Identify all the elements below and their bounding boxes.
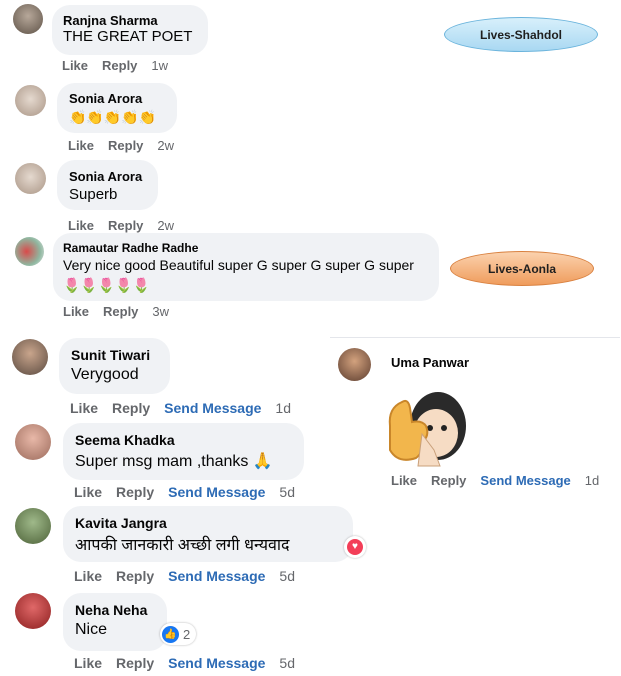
comment-author[interactable]: Uma Panwar <box>391 355 469 370</box>
send-message-button[interactable]: Send Message <box>164 400 261 416</box>
comment-actions: Like Reply Send Message 5d <box>74 568 309 584</box>
avatar[interactable] <box>15 424 51 460</box>
comment-text: Nice <box>75 621 108 638</box>
reply-button[interactable]: Reply <box>103 304 138 319</box>
comment-bubble: Ranjna Sharma THE GREAT POET <box>52 5 208 55</box>
send-message-button[interactable]: Send Message <box>168 655 265 671</box>
avatar[interactable] <box>15 593 51 629</box>
send-message-button[interactable]: Send Message <box>168 568 265 584</box>
reply-button[interactable]: Reply <box>116 655 154 671</box>
avatar[interactable] <box>15 85 46 116</box>
comment-time: 2w <box>157 138 175 153</box>
reply-button[interactable]: Reply <box>116 568 154 584</box>
comment-author[interactable]: Ranjna Sharma <box>63 13 158 28</box>
comment-text: Very nice good Beautiful super G super G… <box>63 257 414 273</box>
comment-time: 5d <box>279 568 295 584</box>
comment-author[interactable]: Neha Neha <box>75 602 147 618</box>
avatar[interactable] <box>15 163 46 194</box>
comment-bubble: Sunit Tiwari Verygood <box>59 338 170 394</box>
location-tag: Lives-Shahdol <box>444 17 598 52</box>
reply-button[interactable]: Reply <box>431 473 466 488</box>
comment-author[interactable]: Sonia Arora <box>69 169 142 184</box>
like-button[interactable]: Like <box>74 484 102 500</box>
comment-time: 1d <box>275 400 291 416</box>
heart-reaction-icon[interactable]: ♥ <box>344 536 366 558</box>
comment-actions: Like Reply 1w <box>62 58 182 73</box>
like-button[interactable]: Like <box>62 58 88 73</box>
reaction-count: 2 <box>183 626 191 642</box>
comment-text: THE GREAT POET <box>63 28 193 45</box>
comment-actions: Like Reply Send Message 1d <box>70 400 305 416</box>
like-button[interactable]: Like <box>391 473 417 488</box>
comment-time: 5d <box>279 484 295 500</box>
send-message-button[interactable]: Send Message <box>168 484 265 500</box>
like-button[interactable]: Like <box>68 218 94 233</box>
comment-author[interactable]: Ramautar Radhe Radhe <box>63 241 198 255</box>
reply-button[interactable]: Reply <box>108 218 143 233</box>
comment-text: Verygood <box>71 366 139 383</box>
like-button[interactable]: Like <box>74 568 102 584</box>
like-button[interactable]: Like <box>63 304 89 319</box>
reply-button[interactable]: Reply <box>112 400 150 416</box>
comment-time: 1w <box>151 58 169 73</box>
comment-text: 👏👏👏👏👏 <box>69 109 157 125</box>
avatar[interactable] <box>13 4 43 34</box>
comment-actions: Like Reply Send Message 5d <box>74 655 309 671</box>
avatar[interactable] <box>15 508 51 544</box>
comment-time: 5d <box>279 655 295 671</box>
like-button[interactable]: Like <box>70 400 98 416</box>
comment-author[interactable]: Kavita Jangra <box>75 515 167 531</box>
comment-actions: Like Reply Send Message 5d <box>74 484 309 500</box>
comment-author[interactable]: Sunit Tiwari <box>71 347 150 363</box>
comment-text-emoji: 🌷🌷🌷🌷🌷 <box>63 277 151 293</box>
reaction-summary[interactable]: 👍 2 <box>160 623 197 645</box>
comment-bubble: Sonia Arora 👏👏👏👏👏 <box>57 83 177 133</box>
comment-actions: Like Reply 2w <box>68 138 188 153</box>
like-button[interactable]: Like <box>68 138 94 153</box>
avatar[interactable] <box>338 348 371 381</box>
comment-bubble: Sonia Arora Superb <box>57 160 158 210</box>
comment-actions: Like Reply Send Message 1d <box>391 473 613 488</box>
send-message-button[interactable]: Send Message <box>480 473 570 488</box>
comment-bubble: Neha Neha Nice <box>63 593 167 651</box>
comment-text: Superb <box>69 186 118 203</box>
avatar[interactable] <box>15 237 44 266</box>
comment-time: 2w <box>157 218 175 233</box>
comment-time: 3w <box>152 304 170 319</box>
reply-button[interactable]: Reply <box>108 138 143 153</box>
comment-text: आपकी जानकारी अच्छी लगी धन्यवाद <box>75 537 290 554</box>
comment-author[interactable]: Sonia Arora <box>69 91 142 106</box>
comment-actions: Like Reply 3w <box>63 304 183 319</box>
thumbs-up-sticker <box>378 378 470 468</box>
location-tag: Lives-Aonla <box>450 251 594 286</box>
comment-bubble: Ramautar Radhe Radhe Very nice good Beau… <box>53 233 439 301</box>
comment-bubble: Kavita Jangra आपकी जानकारी अच्छी लगी धन्… <box>63 506 353 562</box>
comment-author[interactable]: Seema Khadka <box>75 432 175 448</box>
comment-text: Super msg mam ,thanks 🙏 <box>75 453 273 470</box>
reply-button[interactable]: Reply <box>116 484 154 500</box>
comment-bubble: Seema Khadka Super msg mam ,thanks 🙏 <box>63 423 304 480</box>
comment-time: 1d <box>584 473 600 488</box>
comment-actions: Like Reply 2w <box>68 218 188 233</box>
like-button[interactable]: Like <box>74 655 102 671</box>
reply-button[interactable]: Reply <box>102 58 137 73</box>
avatar[interactable] <box>12 339 48 375</box>
like-reaction-icon: 👍 <box>162 625 179 643</box>
